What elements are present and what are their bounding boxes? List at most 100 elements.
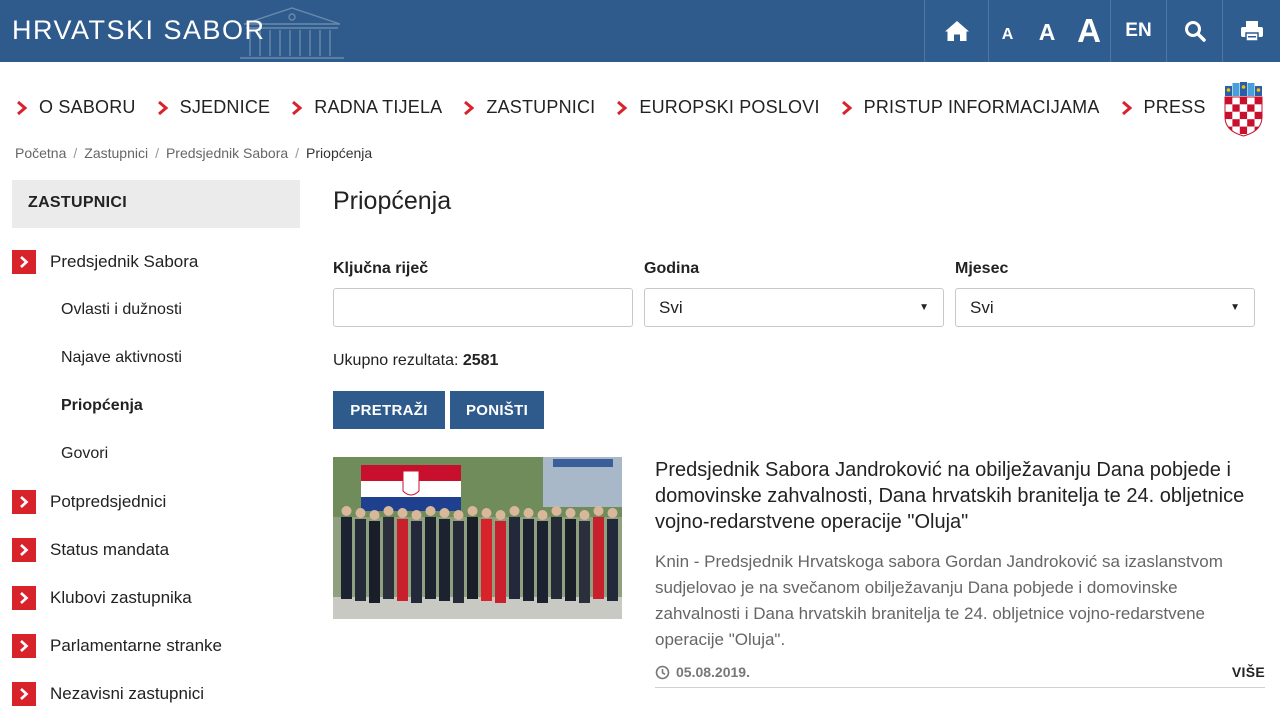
breadcrumb-separator: / (73, 145, 78, 161)
filter-buttons: PRETRAŽI PONIŠTI (333, 391, 549, 429)
sidebar-item-status-mandata[interactable]: Status mandata (12, 526, 300, 574)
page-title: Priopćenja (333, 187, 452, 215)
crowd-head (453, 510, 464, 520)
crowd-person (453, 521, 464, 603)
chevron-right-icon (20, 592, 29, 604)
sidebar-item-label: Klubovi zastupnika (50, 588, 192, 607)
nav-item-radna-tijela[interactable]: RADNA TIJELA (290, 97, 442, 118)
chevron-right-icon (841, 100, 852, 115)
shield-check (1225, 104, 1233, 112)
coat-of-arms-logo[interactable] (1223, 81, 1264, 137)
crowd-head (537, 510, 548, 520)
crowd-head (509, 506, 520, 516)
crowd-head (523, 508, 534, 518)
nav-item-pristup-informacijama[interactable]: PRISTUP INFORMACIJAMA (840, 97, 1100, 118)
home-button[interactable] (924, 0, 988, 62)
nav-item-zastupnici[interactable]: ZASTUPNICI (462, 97, 595, 118)
shield-check (1232, 97, 1240, 105)
sidebar-item-label: Potpredsjednici (50, 492, 167, 511)
breadcrumb-separator: / (155, 145, 159, 161)
font-size-medium-button[interactable]: A (1026, 0, 1068, 62)
sidebar-item-klubovi-zastupnika[interactable]: Klubovi zastupnika (12, 574, 300, 622)
crowd-head (439, 508, 450, 518)
shield-check (1239, 119, 1248, 127)
sidebar-item-predsjednik-sabora[interactable]: Predsjednik Sabora (12, 238, 300, 286)
crowd-person (495, 521, 506, 603)
sidebar-item-label: Status mandata (50, 540, 170, 559)
breadcrumb-link-predsjednik[interactable]: Predsjednik Sabora (166, 145, 288, 161)
crowd-person (579, 521, 590, 603)
parliament-building-graphic (240, 7, 344, 59)
month-select[interactable]: Svi ▼ (955, 288, 1255, 327)
article-thumbnail-image[interactable] (333, 457, 622, 619)
crowd-person (425, 517, 436, 599)
crowd-person (467, 517, 478, 599)
shield-check (1254, 111, 1262, 120)
chevron-right-icon (617, 100, 628, 115)
nav-item-label: O SABORU (39, 97, 136, 117)
month-filter-group: Mjesec Svi ▼ (955, 260, 1255, 327)
shield-check (1247, 104, 1255, 112)
crowd-person (607, 519, 618, 601)
results-count: 2581 (462, 352, 499, 369)
language-button[interactable]: EN (1110, 0, 1166, 62)
chevron-right-icon (20, 640, 29, 652)
breadcrumb-link-home[interactable]: Početna (15, 145, 66, 161)
dropdown-arrow-icon: ▼ (919, 302, 929, 313)
crowd-person (593, 517, 604, 599)
nav-item-label: RADNA TIJELA (314, 97, 443, 117)
clock-icon (655, 665, 670, 679)
sidebar-subitem-priopcenja[interactable]: Priopćenja (12, 382, 300, 430)
crowd-head (383, 506, 394, 516)
sidebar-item-nezavisni-zastupnici[interactable]: Nezavisni zastupnici (12, 670, 300, 718)
nav-item-label: EUROPSKI POSLOVI (639, 97, 820, 117)
crowd-head (593, 506, 604, 516)
main-content: Priopćenja Ključna riječ Godina Svi ▼ Mj… (333, 180, 1265, 688)
keyword-input[interactable] (333, 288, 633, 327)
site-brand[interactable]: HRVATSKI SABOR (12, 15, 266, 46)
chevron-right-icon (17, 100, 28, 115)
shield-check (1232, 104, 1240, 112)
nav-item-europski-poslovi[interactable]: EUROPSKI POSLOVI (615, 97, 819, 118)
sidebar-subitem-govori[interactable]: Govori (12, 430, 300, 478)
shield-check (1232, 119, 1240, 127)
breadcrumb: Početna / Zastupnici / Predsjednik Sabor… (15, 145, 372, 161)
results-total: Ukupno rezultata: 2581 (333, 352, 498, 370)
reset-button[interactable]: PONIŠTI (450, 391, 544, 429)
print-button[interactable] (1222, 0, 1280, 62)
search-button[interactable] (1166, 0, 1222, 62)
font-size-small-button[interactable]: A (988, 0, 1026, 62)
breadcrumb-current: Priopćenja (306, 145, 373, 161)
nav-item-sjednice[interactable]: SJEDNICE (156, 97, 271, 118)
font-size-large-button[interactable]: A (1068, 0, 1110, 62)
year-select[interactable]: Svi ▼ (644, 288, 944, 327)
crowd-head (579, 510, 590, 520)
year-label: Godina (644, 260, 700, 277)
article-title-link[interactable]: Predsjednik Sabora Jandroković na obilje… (655, 457, 1265, 535)
search-submit-button[interactable]: PRETRAŽI (333, 391, 445, 429)
main-navigation: O SABORU SJEDNICE RADNA TIJELA ZASTUPNIC… (15, 97, 1226, 118)
results-label: Ukupno rezultata: (333, 352, 459, 369)
shield-check (1239, 104, 1248, 112)
print-icon (1240, 21, 1263, 42)
crowd-head (565, 508, 576, 518)
nav-item-press[interactable]: PRESS (1120, 97, 1206, 118)
article-more-link[interactable]: VIŠE (1232, 664, 1265, 680)
sidebar-item-potpredsjednici[interactable]: Potpredsjednici (12, 478, 300, 526)
crowd-head (397, 508, 408, 518)
sidebar-item-parlamentarne-stranke[interactable]: Parlamentarne stranke (12, 622, 300, 670)
sidebar-subitem-ovlasti[interactable]: Ovlasti i dužnosti (12, 286, 300, 334)
article-footer: 05.08.2019. VIŠE (655, 664, 1265, 688)
shield-check (1254, 134, 1262, 136)
article-date: 05.08.2019. (655, 664, 750, 680)
sidebar-chevron-box (12, 490, 36, 514)
search-icon (1184, 21, 1206, 42)
crowd-person (537, 521, 548, 603)
crowd-head (425, 506, 436, 516)
nav-item-o-saboru[interactable]: O SABORU (15, 97, 136, 118)
breadcrumb-link-zastupnici[interactable]: Zastupnici (84, 145, 148, 161)
sidebar-subitem-najave[interactable]: Najave aktivnosti (12, 334, 300, 382)
crowd-person (411, 521, 422, 603)
sidebar-item-label: Parlamentarne stranke (50, 636, 222, 655)
crowd-head (467, 506, 478, 516)
